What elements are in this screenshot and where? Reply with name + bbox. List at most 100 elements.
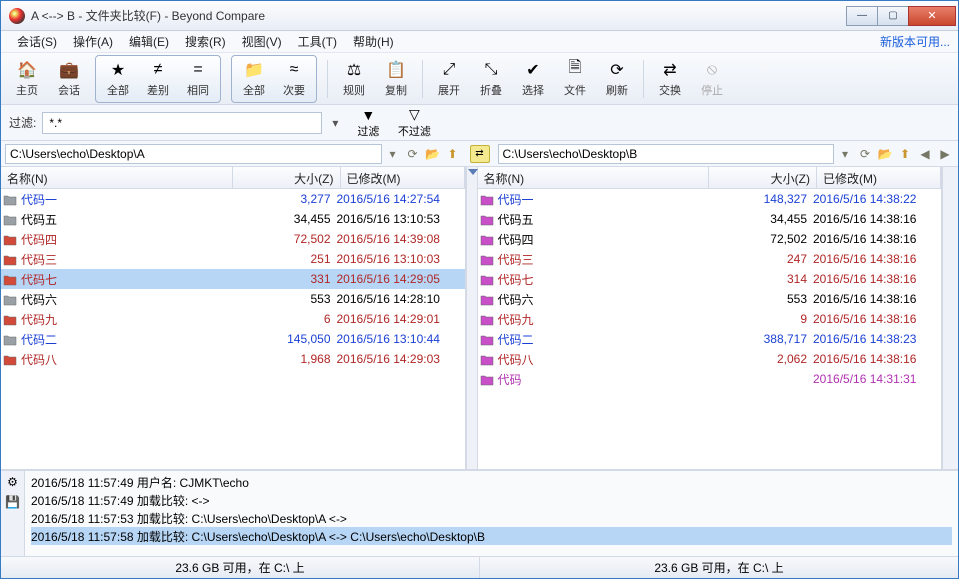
expand-button[interactable]: ⤢展开 bbox=[429, 56, 469, 102]
file-date: 2016/5/16 13:10:53 bbox=[337, 212, 461, 226]
col-size[interactable]: 大小(Z) bbox=[233, 167, 341, 188]
scrollbar[interactable] bbox=[942, 167, 958, 469]
home-button[interactable]: 🏠主页 bbox=[7, 56, 47, 102]
col-modified[interactable]: 已修改(M) bbox=[341, 167, 465, 188]
table-row[interactable]: 代码九92016/5/16 14:38:16 bbox=[478, 309, 942, 329]
filter-dropdown[interactable]: ▾ bbox=[328, 116, 342, 130]
maximize-button[interactable] bbox=[877, 6, 909, 26]
eq-icon: = bbox=[188, 60, 208, 80]
stop-button[interactable]: ⦸停止 bbox=[692, 56, 732, 102]
history-icon[interactable]: ⟳ bbox=[856, 145, 874, 163]
log-line[interactable]: 2016/5/18 11:57:49 用户名: CJMKT\echo bbox=[31, 473, 952, 491]
folder-icon bbox=[1, 192, 19, 206]
folder-icon bbox=[1, 332, 19, 346]
menu-session[interactable]: 会话(S) bbox=[9, 31, 65, 52]
wedge-icon bbox=[468, 169, 478, 175]
right-path-input[interactable] bbox=[498, 144, 835, 164]
left-file-list[interactable]: 代码一3,2772016/5/16 14:27:54代码五34,4552016/… bbox=[1, 189, 465, 469]
structure-minor-button[interactable]: ≈次要 bbox=[274, 56, 314, 102]
folder-icon bbox=[1, 292, 19, 306]
file-size: 331 bbox=[229, 272, 337, 286]
up-right-icon[interactable]: ⬆ bbox=[896, 145, 914, 163]
file-date: 2016/5/16 14:28:10 bbox=[337, 292, 461, 306]
nav-back-icon[interactable]: ◀ bbox=[916, 145, 934, 163]
browse-left-icon[interactable]: 📂 bbox=[424, 145, 442, 163]
chevron-down-icon[interactable]: ▾ bbox=[836, 145, 854, 163]
col-name[interactable]: 名称(N) bbox=[478, 167, 710, 188]
save-icon[interactable]: 💾 bbox=[5, 495, 20, 509]
file-name: 代码 bbox=[496, 371, 706, 388]
table-row[interactable]: 代码八1,9682016/5/16 14:29:03 bbox=[1, 349, 465, 369]
menu-action[interactable]: 操作(A) bbox=[65, 31, 121, 52]
chevron-down-icon[interactable]: ▾ bbox=[384, 145, 402, 163]
folder-icon bbox=[1, 212, 19, 226]
collapse-button[interactable]: ⤡折叠 bbox=[471, 56, 511, 102]
table-row[interactable]: 代码二145,0502016/5/16 13:10:44 bbox=[1, 329, 465, 349]
table-row[interactable]: 代码五34,4552016/5/16 14:38:16 bbox=[478, 209, 942, 229]
swap-sides-icon[interactable]: ⇄ bbox=[470, 145, 490, 163]
table-row[interactable]: 代码三2512016/5/16 13:10:03 bbox=[1, 249, 465, 269]
minimize-button[interactable] bbox=[846, 6, 878, 26]
table-row[interactable]: 代码七3142016/5/16 14:38:16 bbox=[478, 269, 942, 289]
col-name[interactable]: 名称(N) bbox=[1, 167, 233, 188]
files-button[interactable]: 🗎文件 bbox=[555, 56, 595, 102]
table-row[interactable]: 代码六5532016/5/16 14:28:10 bbox=[1, 289, 465, 309]
gear-icon[interactable]: ⚙ bbox=[7, 475, 18, 489]
table-row[interactable]: 代码二388,7172016/5/16 14:38:23 bbox=[478, 329, 942, 349]
table-row[interactable]: 代码六5532016/5/16 14:38:16 bbox=[478, 289, 942, 309]
session-button[interactable]: 💼会话 bbox=[49, 56, 89, 102]
file-size: 553 bbox=[705, 292, 813, 306]
log-line[interactable]: 2016/5/18 11:57:49 加载比较: <-> bbox=[31, 491, 952, 509]
table-row[interactable]: 代码一3,2772016/5/16 14:27:54 bbox=[1, 189, 465, 209]
show-diff-button[interactable]: ≠差别 bbox=[138, 56, 178, 102]
table-row[interactable]: 代码一148,3272016/5/16 14:38:22 bbox=[478, 189, 942, 209]
table-row[interactable]: 代码四72,5022016/5/16 14:38:16 bbox=[478, 229, 942, 249]
copy-icon: 📋 bbox=[386, 60, 406, 80]
log-lines[interactable]: 2016/5/18 11:57:49 用户名: CJMKT\echo2016/5… bbox=[25, 471, 958, 556]
table-row[interactable]: 代码八2,0622016/5/16 14:38:16 bbox=[478, 349, 942, 369]
col-size[interactable]: 大小(Z) bbox=[709, 167, 817, 188]
show-all-button[interactable]: ★全部 bbox=[98, 56, 138, 102]
left-path-input[interactable] bbox=[5, 144, 382, 164]
menu-tools[interactable]: 工具(T) bbox=[290, 31, 345, 52]
close-button[interactable] bbox=[908, 6, 956, 26]
rules-button[interactable]: ⚖规则 bbox=[334, 56, 374, 102]
right-pane: 名称(N) 大小(Z) 已修改(M) 代码一148,3272016/5/16 1… bbox=[478, 167, 943, 469]
table-row[interactable]: 代码九62016/5/16 14:29:01 bbox=[1, 309, 465, 329]
swap-button[interactable]: ⇄交换 bbox=[650, 56, 690, 102]
table-row[interactable]: 代码三2472016/5/16 14:38:16 bbox=[478, 249, 942, 269]
apply-filter-button[interactable]: ▼过滤 bbox=[348, 107, 388, 139]
folder-icon bbox=[478, 192, 496, 206]
right-file-list[interactable]: 代码一148,3272016/5/16 14:38:22代码五34,455201… bbox=[478, 189, 942, 469]
structure-all-button[interactable]: 📁全部 bbox=[234, 56, 274, 102]
history-icon[interactable]: ⟳ bbox=[404, 145, 422, 163]
up-left-icon[interactable]: ⬆ bbox=[444, 145, 462, 163]
table-row[interactable]: 代码2016/5/16 14:31:31 bbox=[478, 369, 942, 389]
filter-input[interactable] bbox=[42, 112, 322, 134]
show-same-button[interactable]: =相同 bbox=[178, 56, 218, 102]
file-name: 代码八 bbox=[496, 351, 706, 368]
refresh-button[interactable]: ⟳刷新 bbox=[597, 56, 637, 102]
menu-view[interactable]: 视图(V) bbox=[234, 31, 290, 52]
col-modified[interactable]: 已修改(M) bbox=[817, 167, 941, 188]
table-row[interactable]: 代码五34,4552016/5/16 13:10:53 bbox=[1, 209, 465, 229]
update-link[interactable]: 新版本可用... bbox=[880, 33, 950, 50]
menu-help[interactable]: 帮助(H) bbox=[345, 31, 402, 52]
filter-group-2: 📁全部 ≈次要 bbox=[231, 55, 317, 103]
table-row[interactable]: 代码四72,5022016/5/16 14:39:08 bbox=[1, 229, 465, 249]
folder-icon bbox=[478, 312, 496, 326]
pane-splitter[interactable] bbox=[466, 167, 478, 469]
neq-icon: ≠ bbox=[148, 60, 168, 80]
file-size: 2,062 bbox=[705, 352, 813, 366]
log-line[interactable]: 2016/5/18 11:57:58 加载比较: C:\Users\echo\D… bbox=[31, 527, 952, 545]
file-date: 2016/5/16 14:29:03 bbox=[337, 352, 461, 366]
copy-button[interactable]: 📋复制 bbox=[376, 56, 416, 102]
nav-fwd-icon[interactable]: ▶ bbox=[936, 145, 954, 163]
log-line[interactable]: 2016/5/18 11:57:53 加载比较: C:\Users\echo\D… bbox=[31, 509, 952, 527]
menu-search[interactable]: 搜索(R) bbox=[177, 31, 234, 52]
menu-edit[interactable]: 编辑(E) bbox=[121, 31, 177, 52]
table-row[interactable]: 代码七3312016/5/16 14:29:05 bbox=[1, 269, 465, 289]
select-button[interactable]: ✔选择 bbox=[513, 56, 553, 102]
browse-right-icon[interactable]: 📂 bbox=[876, 145, 894, 163]
clear-filter-button[interactable]: ▽不过滤 bbox=[394, 107, 434, 139]
